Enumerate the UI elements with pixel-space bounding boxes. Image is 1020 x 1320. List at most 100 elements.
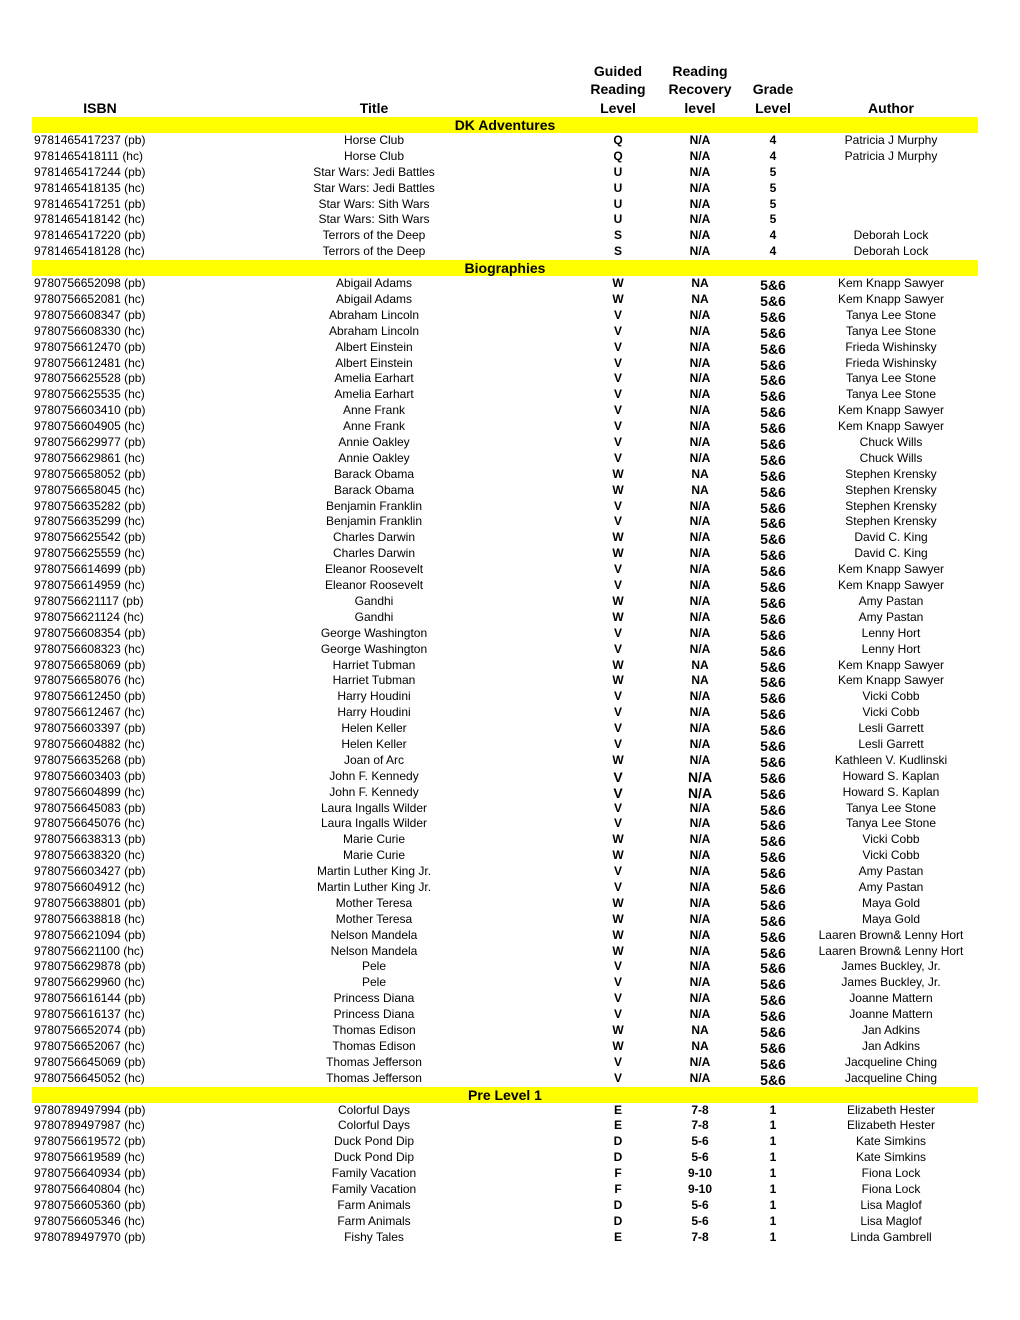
author-cell: Frieda Wishinsky — [845, 355, 937, 370]
reading-recovery-level-cell: 5-6 — [691, 1213, 709, 1228]
grade-level-cell: 1 — [769, 1213, 777, 1228]
title-cell: Star Wars: Sith Wars — [318, 196, 430, 211]
guided-reading-level-cell: V — [613, 562, 622, 577]
isbn-cell: 9780756629878 (pb) — [34, 959, 146, 974]
reading-recovery-level-cell: NA — [691, 276, 709, 291]
reading-recovery-level-cell: N/A — [689, 228, 711, 243]
table-row: 9780756652074 (pb) Thomas Edison W NA 5&6 Jan… — [32, 1022, 978, 1040]
table-row: 9780789497994 (pb) Colorful Days E 7-8 1 Eliz… — [32, 1103, 978, 1119]
reading-recovery-level-cell: 9-10 — [687, 1182, 713, 1196]
title-cell: Nelson Mandela — [330, 943, 418, 958]
author-cell: Frieda Wishinsky — [845, 339, 937, 354]
author-cell: Amy Pastan — [858, 879, 924, 894]
guided-reading-level-cell: V — [613, 864, 622, 879]
title-cell: Charles Darwin — [332, 546, 416, 561]
reading-recovery-level-cell: N/A — [689, 339, 711, 354]
guided-reading-level-cell: V — [613, 625, 622, 640]
isbn-cell: 9780756638313 (pb) — [34, 832, 146, 847]
title-cell: Amelia Earhart — [334, 387, 414, 402]
author-cell: Jan Adkins — [861, 1022, 921, 1037]
author-cell: Kate Simkins — [855, 1150, 927, 1165]
header-guided-reading-level: Guided Reading Level — [580, 62, 656, 118]
table-row: 9780756621117 (pb) Gandhi W N/A 5&6 Amy Pasta… — [32, 593, 978, 611]
author-cell: Jan Adkins — [861, 1038, 921, 1053]
title-cell: Barack Obama — [333, 466, 415, 481]
reading-recovery-level-cell: N/A — [689, 911, 711, 926]
guided-reading-level-cell: V — [613, 403, 622, 418]
table-row: 9780756652081 (hc) Abigail Adams W NA 5&6 Kem… — [32, 292, 978, 309]
table-row: 9780756621094 (pb) Nelson Mandela W N/A 5&6 L… — [32, 928, 978, 945]
isbn-cell: 9780756616137 (hc) — [34, 1007, 145, 1022]
reading-recovery-level-cell: N/A — [689, 705, 711, 720]
author-cell: Tanya Lee Stone — [845, 816, 937, 831]
table-row: 9780756640804 (hc) Family Vacation F 9-10 1 F… — [32, 1182, 978, 1198]
grade-level-cell: 4 — [769, 133, 777, 147]
guided-reading-level-cell: W — [612, 292, 624, 307]
reading-recovery-level-cell: NA — [691, 466, 709, 481]
table-row: 9780756625528 (pb) Amelia Earhart V N/A 5&6 T… — [32, 371, 978, 388]
guided-reading-level-cell: V — [613, 736, 622, 751]
author-cell: Chuck Wills — [859, 450, 923, 465]
author-cell: Vicki Cobb — [862, 689, 920, 704]
author-cell: Deborah Lock — [853, 244, 929, 259]
author-cell: Kem Knapp Sawyer — [837, 419, 945, 434]
title-cell: Laura Ingalls Wilder — [320, 800, 428, 815]
table-row: 9780756658076 (hc) Harriet Tubman W NA 5&6 Ke… — [32, 673, 978, 690]
isbn-cell: 9780756629977 (pb) — [34, 435, 146, 450]
reading-recovery-level-cell: N/A — [689, 816, 711, 831]
grade-level-cell: 5 — [769, 212, 777, 227]
guided-reading-level-cell: V — [613, 1007, 622, 1022]
author-cell: Lenny Hort — [861, 641, 921, 656]
guided-reading-level-cell: W — [612, 609, 624, 624]
table-row: 9780756629878 (pb) Pele V N/A 5&6 James Buckl… — [32, 959, 978, 976]
isbn-cell: 9780756638320 (hc) — [34, 848, 145, 863]
title-cell: Abigail Adams — [335, 292, 413, 307]
reading-recovery-level-cell: N/A — [689, 1007, 711, 1022]
header-line: Level — [600, 99, 636, 116]
table-row: 9780756621124 (hc) Gandhi W N/A 5&6 Amy Pasta… — [32, 609, 978, 627]
isbn-cell: 9780756612450 (pb) — [34, 689, 146, 704]
grade-level-cell: 1 — [769, 1150, 777, 1165]
reading-recovery-level-cell: N/A — [689, 164, 711, 179]
section-header: DK Adventures — [32, 117, 978, 133]
guided-reading-level-cell: V — [613, 371, 622, 386]
table-row: 9780756625559 (hc) Charles Darwin W N/A 5&6 D… — [32, 546, 978, 563]
isbn-cell: 9780756605346 (hc) — [34, 1213, 145, 1228]
isbn-cell: 9780756603410 (pb) — [34, 403, 146, 418]
isbn-cell: 9780756603427 (pb) — [34, 864, 146, 879]
isbn-cell: 9781465417237 (pb) — [34, 133, 146, 147]
author-cell: Stephen Krensky — [845, 498, 937, 513]
author-cell: Fiona Lock — [861, 1166, 921, 1181]
table-row: 9780756603427 (pb) Martin Luther King Jr.… — [32, 864, 978, 881]
isbn-cell: 9781465418135 (hc) — [34, 180, 145, 195]
table-row: 9780756605346 (hc) Farm Animals D 5-6 1 Lisa … — [32, 1214, 978, 1230]
guided-reading-level-cell: U — [613, 180, 623, 195]
title-cell: Thomas Edison — [332, 1038, 416, 1053]
header-line: Reading — [590, 81, 646, 97]
table-row: 9781465418128 (hc) Terrors of the Deep S N/… — [32, 244, 978, 260]
table-row: 9780756658069 (pb) Harriet Tubman W NA 5&6 Ke… — [32, 658, 978, 675]
title-cell: Laura Ingalls Wilder — [320, 816, 428, 831]
reading-recovery-level-cell: 5-6 — [691, 1150, 709, 1165]
reading-recovery-level-cell: N/A — [689, 148, 711, 163]
table-row: 9780756604905 (hc) Anne Frank V N/A 5&6 Kem K… — [32, 419, 978, 436]
title-cell: Anne Frank — [342, 419, 406, 434]
header-author: Author — [868, 99, 914, 116]
isbn-cell: 9780756640934 (pb) — [34, 1166, 146, 1181]
isbn-cell: 9780789497987 (hc) — [34, 1118, 145, 1133]
table-row: 9780756652098 (pb) Abigail Adams W NA 5&6 Kem… — [32, 276, 978, 293]
guided-reading-level-cell: V — [613, 991, 622, 1006]
guided-reading-level-cell: E — [613, 1102, 622, 1117]
isbn-cell: 9780756621117 (pb) — [34, 593, 144, 608]
author-cell: Lesli Garrett — [858, 736, 924, 751]
guided-reading-level-cell: U — [613, 196, 623, 211]
title-cell: Princess Diana — [333, 1007, 415, 1022]
grade-level-cell: 5 — [769, 164, 777, 179]
isbn-cell: 9780756638818 (hc) — [34, 911, 145, 926]
column-header-row: ISBN Title Guided Reading Level Reading … — [32, 60, 978, 117]
reading-recovery-level-cell: N/A — [689, 879, 711, 894]
table-row: 9780756604899 (hc) John F. Kennedy V N/A 5&6… — [32, 785, 978, 802]
isbn-cell: 9780756603397 (pb) — [34, 721, 146, 736]
author-cell: Linda Gambrell — [850, 1229, 932, 1244]
table-row: 9780756625542 (pb) Charles Darwin W N/A 5&6 D… — [32, 530, 978, 547]
